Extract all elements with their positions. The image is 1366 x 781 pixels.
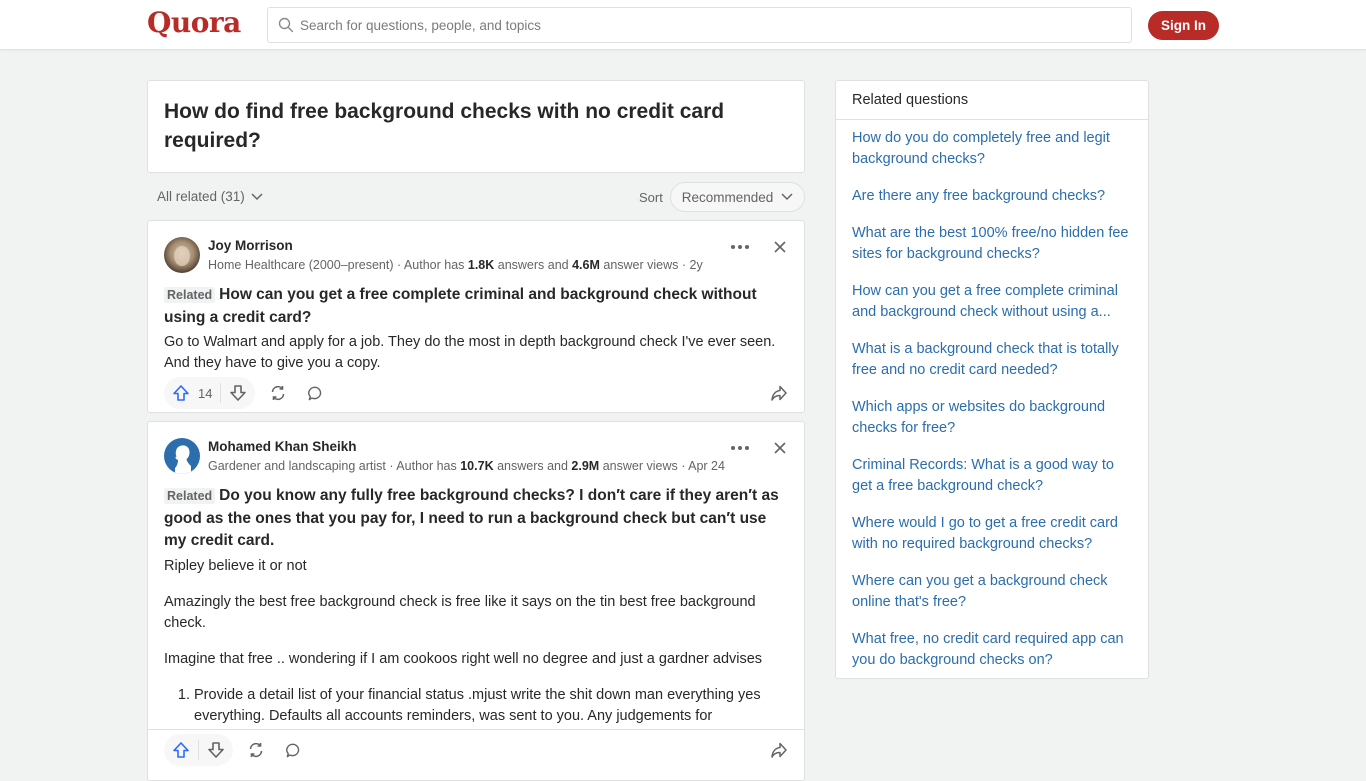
sort-dropdown[interactable]: Recommended xyxy=(670,182,805,212)
share-icon[interactable] xyxy=(770,741,788,759)
related-questions-title: Related questions xyxy=(836,81,1148,120)
chevron-down-icon xyxy=(781,193,793,201)
answer-card: Mohamed Khan Sheikh Gardener and landsca… xyxy=(147,421,805,781)
sign-in-button[interactable]: Sign In xyxy=(1148,11,1219,40)
action-bar: 14 xyxy=(164,377,324,409)
related-question-text: Do you know any fully free background ch… xyxy=(164,487,779,549)
related-question-link[interactable]: Criminal Records: What is a good way to … xyxy=(852,455,1132,497)
related-question-link[interactable]: How can you get a free complete criminal… xyxy=(852,281,1132,323)
downvote-arrow-icon xyxy=(230,385,247,401)
related-question-link[interactable]: How do you do completely free and legit … xyxy=(852,128,1132,170)
upvote-arrow-icon xyxy=(173,742,189,758)
answer-body: Ripley believe it or not Amazingly the b… xyxy=(164,556,784,727)
related-tag: Related xyxy=(164,488,216,504)
related-question[interactable]: Related How can you get a free complete c… xyxy=(164,284,784,329)
action-bar xyxy=(164,734,302,766)
search-icon xyxy=(278,17,294,33)
more-options-icon[interactable] xyxy=(728,239,752,255)
more-options-icon[interactable] xyxy=(728,440,752,456)
close-icon[interactable] xyxy=(772,239,788,255)
all-related-dropdown[interactable]: All related (31) xyxy=(157,189,263,204)
upvote-button[interactable]: 14 xyxy=(172,383,222,403)
share-reshare-icon[interactable] xyxy=(269,384,287,402)
comment-icon[interactable] xyxy=(285,742,302,759)
default-profile-silhouette-icon xyxy=(164,438,200,474)
related-question-link[interactable]: Which apps or websites do background che… xyxy=(852,397,1132,439)
related-question-link[interactable]: What is a background check that is total… xyxy=(852,339,1132,381)
downvote-button[interactable] xyxy=(199,741,225,759)
close-icon[interactable] xyxy=(772,440,788,456)
sort-value: Recommended xyxy=(681,189,774,205)
author-credential: Home Healthcare (2000–present) · Author … xyxy=(208,258,703,272)
question-title: How do find free background checks with … xyxy=(164,100,725,152)
all-related-label: All related (31) xyxy=(157,189,245,204)
downvote-arrow-icon xyxy=(208,742,224,758)
upvote-button[interactable] xyxy=(172,740,199,760)
answer-list-item: Provide a detail list of your financial … xyxy=(194,685,784,727)
related-question[interactable]: Related Do you know any fully free backgr… xyxy=(164,485,784,553)
search-bar[interactable] xyxy=(267,7,1132,43)
filter-row: All related (31) Sort Recommended xyxy=(147,182,805,212)
chevron-down-icon xyxy=(251,192,263,200)
downvote-button[interactable] xyxy=(221,384,247,402)
avatar[interactable] xyxy=(164,438,200,474)
author-photo-icon xyxy=(164,237,200,273)
top-header: Quora Sign In xyxy=(0,0,1366,50)
share-reshare-icon[interactable] xyxy=(247,741,265,759)
sort-label: Sort xyxy=(639,190,663,205)
author-name[interactable]: Mohamed Khan Sheikh xyxy=(208,438,725,456)
answer-paragraph: Amazingly the best free background check… xyxy=(164,594,756,631)
upvote-count: 14 xyxy=(198,385,213,401)
answer-paragraph: Imagine that free .. wondering if I am c… xyxy=(164,651,763,667)
answer-list: Provide a detail list of your financial … xyxy=(164,685,784,727)
related-questions-panel: Related questions How do you do complete… xyxy=(835,80,1149,679)
vote-group xyxy=(164,734,233,766)
answer-paragraph: Ripley believe it or not xyxy=(164,558,307,574)
related-tag: Related xyxy=(164,287,216,303)
share-icon[interactable] xyxy=(770,384,788,402)
author-name[interactable]: Joy Morrison xyxy=(208,237,703,255)
author-block: Mohamed Khan Sheikh Gardener and landsca… xyxy=(164,438,725,478)
related-questions-list: How do you do completely free and legit … xyxy=(836,120,1148,695)
upvote-arrow-icon xyxy=(173,385,189,401)
search-input[interactable] xyxy=(300,17,1120,33)
comment-icon[interactable] xyxy=(307,385,324,402)
related-question-link[interactable]: Are there any free background checks? xyxy=(852,186,1132,207)
related-question-link[interactable]: Where can you get a background check onl… xyxy=(852,571,1132,613)
related-question-link[interactable]: What free, no credit card required app c… xyxy=(852,629,1132,671)
vote-group: 14 xyxy=(164,377,256,409)
author-credential: Gardener and landscaping artist · Author… xyxy=(208,459,725,473)
related-question-text: How can you get a free complete criminal… xyxy=(164,286,757,326)
answer-card: Joy Morrison Home Healthcare (2000–prese… xyxy=(147,220,805,413)
related-question-link[interactable]: Where would I go to get a free credit ca… xyxy=(852,513,1132,555)
answer-paragraph: Go to Walmart and apply for a job. They … xyxy=(164,334,776,371)
author-block: Joy Morrison Home Healthcare (2000–prese… xyxy=(164,237,703,277)
question-card: How do find free background checks with … xyxy=(147,80,805,173)
related-question-link[interactable]: What are the best 100% free/no hidden fe… xyxy=(852,223,1132,265)
answer-action-footer xyxy=(147,729,805,769)
quora-logo[interactable]: Quora xyxy=(147,6,241,39)
avatar[interactable] xyxy=(164,237,200,273)
